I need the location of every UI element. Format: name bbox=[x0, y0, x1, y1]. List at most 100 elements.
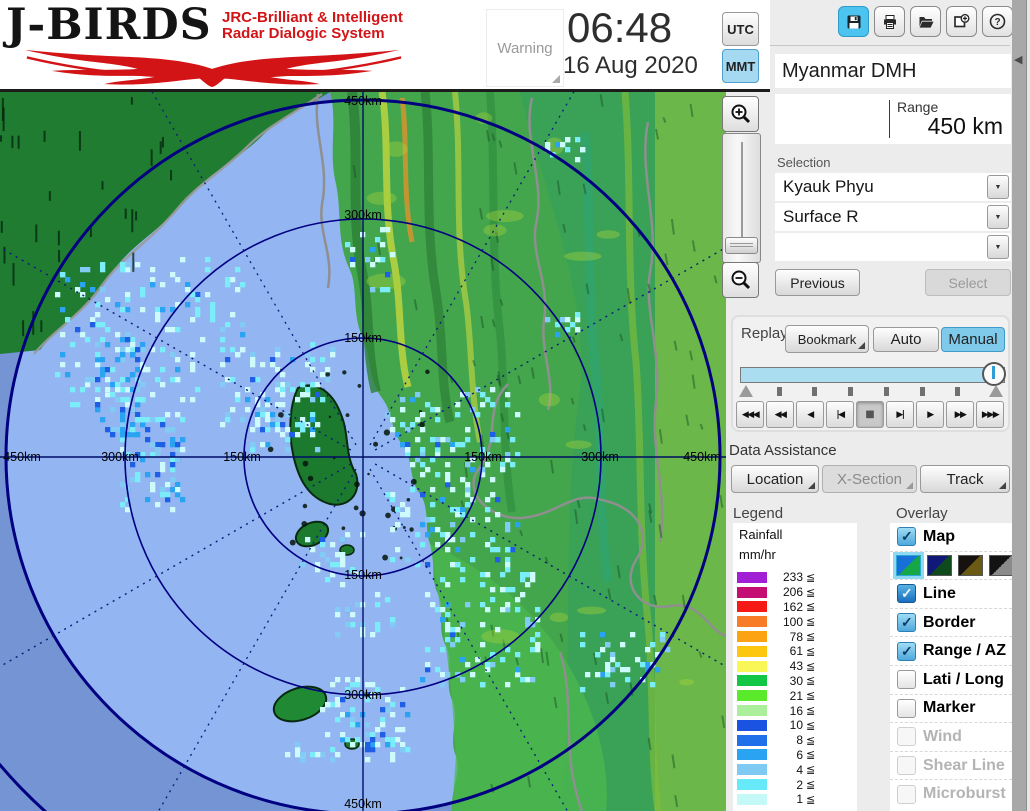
jump-to-end-button[interactable]: ▶▶▶ bbox=[976, 401, 1004, 428]
map-style-swatch-4[interactable] bbox=[989, 554, 1014, 576]
timeline-tick bbox=[920, 387, 925, 396]
logo-tagline-2: Radar Dialogic System bbox=[222, 25, 385, 42]
header: J-BIRDS JRC-Brilliant & Intelligent Rada… bbox=[0, 0, 770, 92]
selection-dropdown-2[interactable]: Surface R ▼ bbox=[775, 203, 1011, 231]
overlay-item-label: Microburst bbox=[923, 785, 1006, 803]
fast-forward-button[interactable]: ▶▶ bbox=[946, 401, 974, 428]
legend-color-swatch bbox=[737, 793, 767, 805]
legend-value: 100 bbox=[782, 614, 803, 629]
step-forward-button[interactable]: ▶| bbox=[886, 401, 914, 428]
jump-to-start-button[interactable]: ◀◀◀ bbox=[736, 401, 764, 428]
station-title: Myanmar DMH bbox=[782, 60, 917, 82]
chevron-down-icon[interactable]: ▼ bbox=[987, 205, 1009, 229]
legend-row: 2 ≦ bbox=[733, 777, 857, 792]
overlay-row-map: Map bbox=[890, 523, 1012, 551]
corner-resize-icon bbox=[552, 75, 560, 83]
help-button[interactable]: ? bbox=[982, 6, 1013, 37]
dropdown-value bbox=[775, 237, 783, 256]
open-file-button[interactable] bbox=[910, 6, 941, 37]
checkbox-shear-line bbox=[897, 756, 916, 776]
step-back-button[interactable]: |◀ bbox=[826, 401, 854, 428]
legend-operator: ≦ bbox=[806, 571, 816, 584]
chevron-down-icon[interactable]: ▼ bbox=[987, 235, 1009, 259]
mmt-toggle-button[interactable]: MMT bbox=[722, 49, 759, 83]
overlay-item-label: Lati / Long bbox=[923, 670, 1004, 688]
legend-color-swatch bbox=[737, 616, 767, 628]
save-button[interactable] bbox=[838, 6, 869, 37]
corner-menu-icon bbox=[858, 342, 865, 349]
overlay-row-microburst: Microburst bbox=[890, 779, 1012, 808]
play-button[interactable]: ▶ bbox=[916, 401, 944, 428]
manual-replay-button[interactable]: Manual bbox=[941, 327, 1005, 352]
legend-value: 4 bbox=[796, 762, 803, 777]
checkbox-lati-long[interactable] bbox=[897, 670, 916, 690]
legend-value: 21 bbox=[789, 688, 803, 703]
checkbox-marker[interactable] bbox=[897, 698, 916, 718]
legend-value: 162 bbox=[782, 599, 803, 614]
legend-operator: ≦ bbox=[806, 734, 816, 747]
fast-rewind-button[interactable]: ◀◀ bbox=[766, 401, 794, 428]
track-button[interactable]: Track bbox=[920, 465, 1010, 493]
zoom-in-button[interactable] bbox=[722, 96, 759, 132]
overlay-rows: Map Line Border Range / AZ Lati / Long Marker… bbox=[890, 523, 1014, 808]
legend-color-swatch bbox=[737, 764, 767, 776]
panel-edge-strip bbox=[1012, 0, 1027, 811]
utc-toggle-button[interactable]: UTC bbox=[722, 12, 759, 46]
timeline-tick bbox=[777, 387, 782, 396]
map-style-swatch-2[interactable] bbox=[927, 554, 952, 576]
location-button[interactable]: Location bbox=[731, 465, 819, 493]
legend-operator: ≦ bbox=[806, 705, 816, 718]
add-window-button[interactable] bbox=[946, 6, 977, 37]
legend-color-swatch bbox=[737, 779, 767, 791]
stop-button[interactable]: ■ bbox=[856, 401, 884, 428]
chevron-down-icon[interactable]: ▼ bbox=[987, 175, 1009, 199]
zoom-in-magnifier-icon bbox=[731, 104, 750, 124]
checkbox-map[interactable] bbox=[897, 527, 916, 547]
replay-timeline-slider[interactable] bbox=[740, 367, 1005, 383]
svg-text:450km: 450km bbox=[344, 797, 382, 811]
legend-value: 2 bbox=[796, 777, 803, 792]
replay-slider-handle[interactable] bbox=[982, 362, 1006, 386]
svg-text:150km: 150km bbox=[344, 331, 382, 345]
map-style-swatch-1[interactable] bbox=[896, 554, 921, 576]
range-divider bbox=[889, 100, 890, 138]
xsection-button[interactable]: X-Section bbox=[822, 465, 917, 493]
zoom-slider-handle[interactable] bbox=[725, 237, 758, 254]
legend-unit-line2: mm/hr bbox=[739, 547, 776, 562]
warning-button[interactable]: Warning bbox=[486, 9, 564, 87]
eagle-logo-icon bbox=[25, 49, 402, 88]
checkbox-border[interactable] bbox=[897, 613, 916, 633]
legend-operator: ≦ bbox=[806, 601, 816, 614]
zoom-slider-groove bbox=[741, 142, 743, 242]
legend-operator: ≦ bbox=[806, 616, 816, 629]
map-style-swatches bbox=[890, 550, 1014, 580]
legend-operator: ≦ bbox=[806, 779, 816, 792]
overlay-label: Overlay bbox=[896, 505, 948, 522]
legend-row: 4 ≦ bbox=[733, 762, 857, 777]
printer-icon bbox=[883, 14, 896, 29]
selection-dropdown-3[interactable]: ▼ bbox=[775, 233, 1011, 261]
legend-unit-line1: Rainfall bbox=[739, 527, 783, 542]
auto-replay-button[interactable]: Auto bbox=[873, 327, 939, 352]
play-reverse-button[interactable]: ◀ bbox=[796, 401, 824, 428]
legend-value: 233 bbox=[782, 570, 803, 585]
checkbox-line[interactable] bbox=[897, 584, 916, 604]
collapse-panel-arrow-icon[interactable]: ◀ bbox=[1014, 53, 1022, 66]
overlay-row-shear-line: Shear Line bbox=[890, 750, 1012, 780]
legend-value: 61 bbox=[789, 644, 803, 659]
checkbox-range-az[interactable] bbox=[897, 641, 916, 661]
logo-title: J-BIRDS bbox=[6, 0, 212, 50]
print-button[interactable] bbox=[874, 6, 905, 37]
legend-value: 8 bbox=[796, 733, 803, 748]
overlay-item-label: Map bbox=[923, 527, 955, 545]
legend-color-swatch bbox=[737, 601, 767, 613]
svg-text:300km: 300km bbox=[344, 208, 382, 222]
zoom-slider[interactable] bbox=[722, 133, 761, 263]
zoom-out-button[interactable] bbox=[722, 262, 759, 298]
radar-map-canvas[interactable]: 450km 300km 150km 150km 300km 450km 450km 300km… bbox=[0, 0, 849, 811]
map-style-swatch-3[interactable] bbox=[958, 554, 983, 576]
previous-button[interactable]: Previous bbox=[775, 269, 860, 296]
radar-map[interactable]: 450km 300km 150km 150km 300km 450km 450km 300km… bbox=[0, 0, 849, 811]
selection-dropdown-1[interactable]: Kyauk Phyu ▼ bbox=[775, 173, 1011, 201]
bookmark-button[interactable]: Bookmark bbox=[785, 325, 869, 353]
